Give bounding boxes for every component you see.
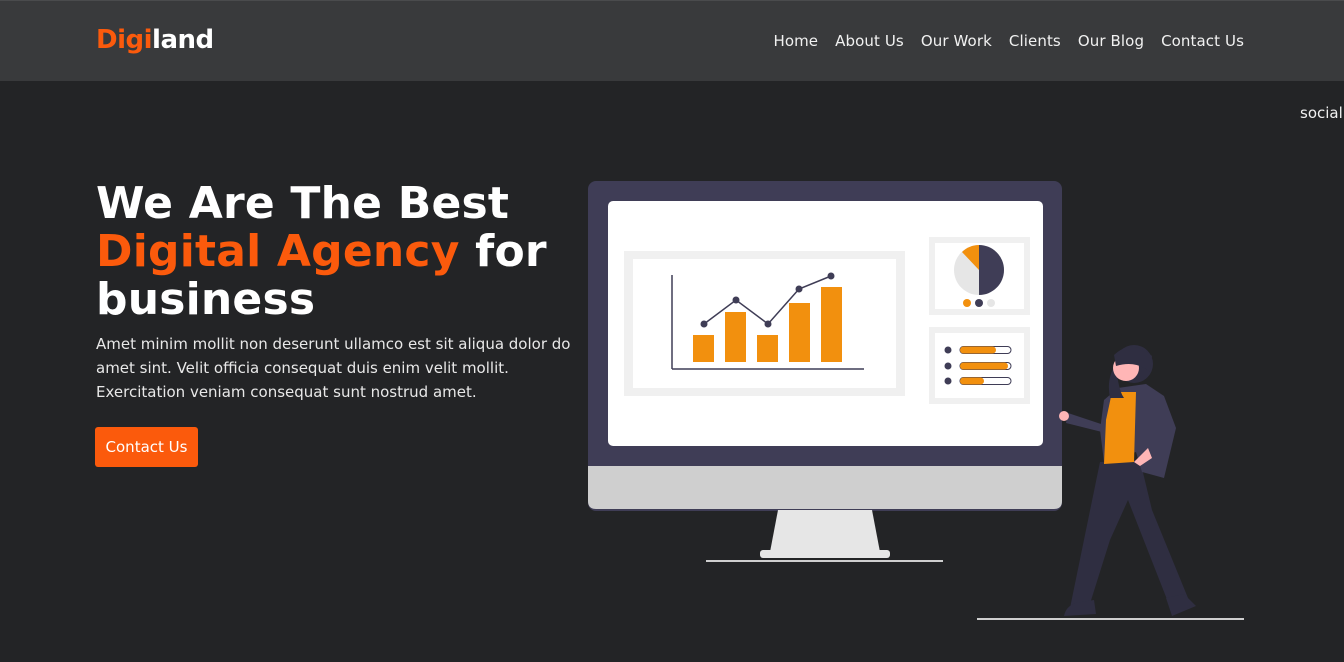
nav-link-about-us[interactable]: About Us xyxy=(835,32,904,50)
hero-title-line-2: Digital Agency for xyxy=(96,228,547,276)
hero-title: We Are The Best Digital Agency for busin… xyxy=(96,180,547,324)
nav-link-contact-us[interactable]: Contact Us xyxy=(1161,32,1244,50)
nav-link-our-work[interactable]: Our Work xyxy=(921,32,992,50)
contact-us-button[interactable]: Contact Us xyxy=(95,427,198,467)
hero-title-highlight: Digital Agency xyxy=(96,226,460,277)
social-label[interactable]: social xyxy=(1300,104,1343,122)
hero-description: Amet minim mollit non deserunt ullamco e… xyxy=(96,335,571,401)
brand-logo-accent: Digi xyxy=(96,25,153,55)
hero-title-line-3: business xyxy=(96,274,316,325)
pie-card-illustration xyxy=(929,237,1030,315)
hero-title-after: for xyxy=(475,226,547,277)
brand-logo-rest: land xyxy=(152,25,214,55)
hero-illustration xyxy=(588,181,1244,620)
chart-card-illustration xyxy=(624,251,905,396)
nav-link-our-blog[interactable]: Our Blog xyxy=(1078,32,1144,50)
hero-title-line-1: We Are The Best xyxy=(96,178,510,229)
main-nav: Home About Us Our Work Clients Our Blog … xyxy=(773,32,1244,50)
navbar: Digiland Home About Us Our Work Clients … xyxy=(0,0,1344,81)
progress-card-illustration xyxy=(929,327,1030,404)
nav-link-clients[interactable]: Clients xyxy=(1009,32,1061,50)
nav-link-home[interactable]: Home xyxy=(773,32,818,50)
brand-logo[interactable]: Digiland xyxy=(96,25,214,55)
